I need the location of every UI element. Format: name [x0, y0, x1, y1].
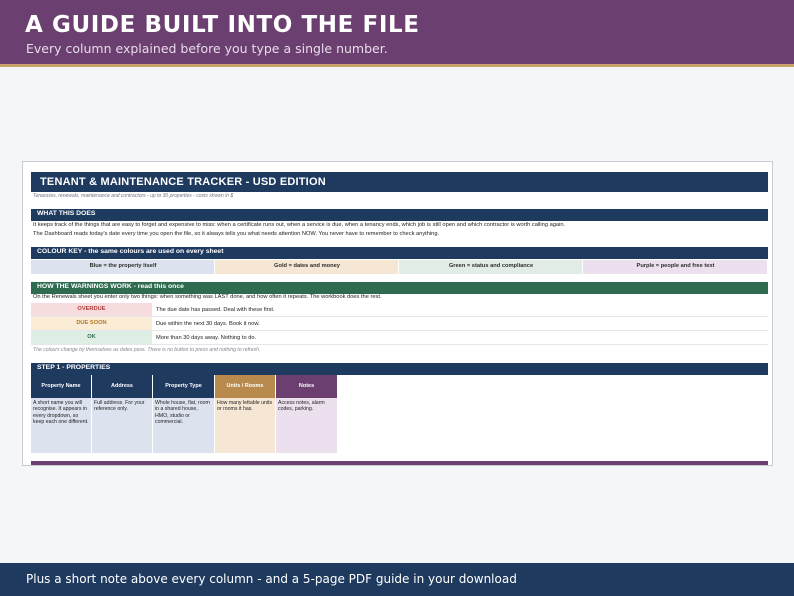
- sheet-title: TENANT & MAINTENANCE TRACKER - USD EDITI…: [40, 176, 326, 188]
- description-line: The Dashboard reads today's date every t…: [33, 231, 440, 237]
- colour-swatch-green: Green = status and compliance: [399, 260, 583, 274]
- column-header-property-type[interactable]: Property Type: [153, 375, 215, 398]
- column-header-property-name[interactable]: Property Name: [31, 375, 92, 398]
- column-note-text: How many lettable units or rooms it has.: [217, 400, 273, 413]
- spreadsheet-preview: TENANT & MAINTENANCE TRACKER - USD EDITI…: [22, 161, 773, 466]
- column-header-label: Units / Rooms: [226, 383, 264, 389]
- description-line: It keeps track of the things that are ea…: [33, 222, 566, 228]
- column-header-address[interactable]: Address: [92, 375, 153, 398]
- column-header-label: Notes: [298, 383, 315, 389]
- swatch-label: Green = status and compliance: [448, 263, 534, 269]
- sheet-title-bar: TENANT & MAINTENANCE TRACKER - USD EDITI…: [31, 172, 768, 192]
- section-title: STEP 1 - PROPERTIES: [37, 364, 111, 371]
- status-badge-due-soon: DUE SOON: [31, 317, 152, 330]
- bottom-banner: Plus a short note above every column - a…: [0, 563, 794, 596]
- section-header-step1: STEP 1 - PROPERTIES: [31, 363, 768, 375]
- column-note-cell[interactable]: A short name you will recognise. It appe…: [31, 398, 92, 453]
- column-note-cell[interactable]: How many lettable units or rooms it has.: [215, 398, 276, 453]
- sheet-subtitle: Tenancies, renewals, maintenance and con…: [33, 193, 234, 199]
- footer-text: Plus a short note above every column - a…: [26, 572, 517, 586]
- status-description: More than 30 days away. Nothing to do.: [156, 335, 257, 341]
- banner-divider: [0, 64, 794, 67]
- status-description: Due within the next 30 days. Book it now…: [156, 321, 260, 327]
- status-description: The due date has passed. Deal with these…: [156, 307, 275, 313]
- column-note-text: Access notes, alarm codes, parking.: [278, 400, 325, 413]
- column-header-label: Property Type: [165, 383, 202, 389]
- colour-swatch-blue: Blue = the property itself: [31, 260, 215, 274]
- column-header-label: Address: [110, 383, 133, 389]
- column-note-text: Whole house, flat, room in a shared hous…: [155, 400, 210, 425]
- status-row-overdue: OVERDUE The due date has passed. Deal wi…: [31, 303, 768, 317]
- status-badge-overdue: OVERDUE: [31, 303, 152, 316]
- column-header-label: Property Name: [41, 383, 81, 389]
- column-header-units-rooms[interactable]: Units / Rooms: [215, 375, 276, 398]
- column-note-cell[interactable]: Full address. For your reference only.: [92, 398, 153, 453]
- section-title: HOW THE WARNINGS WORK - read this once: [37, 283, 184, 290]
- section-title: COLOUR KEY - the same colours are used o…: [37, 248, 224, 255]
- warnings-note: The colours change by themselves as date…: [33, 347, 261, 353]
- status-row-ok: OK More than 30 days away. Nothing to do…: [31, 331, 768, 345]
- banner-subtitle: Every column explained before you type a…: [26, 41, 388, 56]
- colour-swatch-purple: Purple = people and free text: [583, 260, 768, 274]
- section-title: WHAT THIS DOES: [37, 210, 96, 217]
- swatch-label: Blue = the property itself: [89, 263, 157, 269]
- status-badge-ok: OK: [31, 331, 152, 344]
- banner-title: A GUIDE BUILT INTO THE FILE: [25, 12, 420, 38]
- column-note-cell[interactable]: Whole house, flat, room in a shared hous…: [153, 398, 215, 453]
- column-note-cell[interactable]: Access notes, alarm codes, parking.: [276, 398, 338, 453]
- section-header-colour-key: COLOUR KEY - the same colours are used o…: [31, 247, 768, 259]
- section-header-step2-partial: [31, 461, 768, 465]
- status-row-due-soon: DUE SOON Due within the next 30 days. Bo…: [31, 317, 768, 331]
- colour-swatch-gold: Gold = dates and money: [215, 260, 399, 274]
- section-header-what-this-does: WHAT THIS DOES: [31, 209, 768, 221]
- warnings-intro: On the Renewals sheet you enter only two…: [33, 294, 382, 300]
- column-header-notes[interactable]: Notes: [276, 375, 338, 398]
- column-note-text: A short name you will recognise. It appe…: [33, 400, 89, 425]
- swatch-label: Gold = dates and money: [274, 263, 340, 269]
- swatch-label: Purple = people and free text: [636, 263, 715, 269]
- section-header-warnings: HOW THE WARNINGS WORK - read this once: [31, 282, 768, 294]
- colour-key-row: Blue = the property itself Gold = dates …: [31, 260, 768, 274]
- top-banner: A GUIDE BUILT INTO THE FILE Every column…: [0, 0, 794, 64]
- column-note-text: Full address. For your reference only.: [94, 400, 145, 413]
